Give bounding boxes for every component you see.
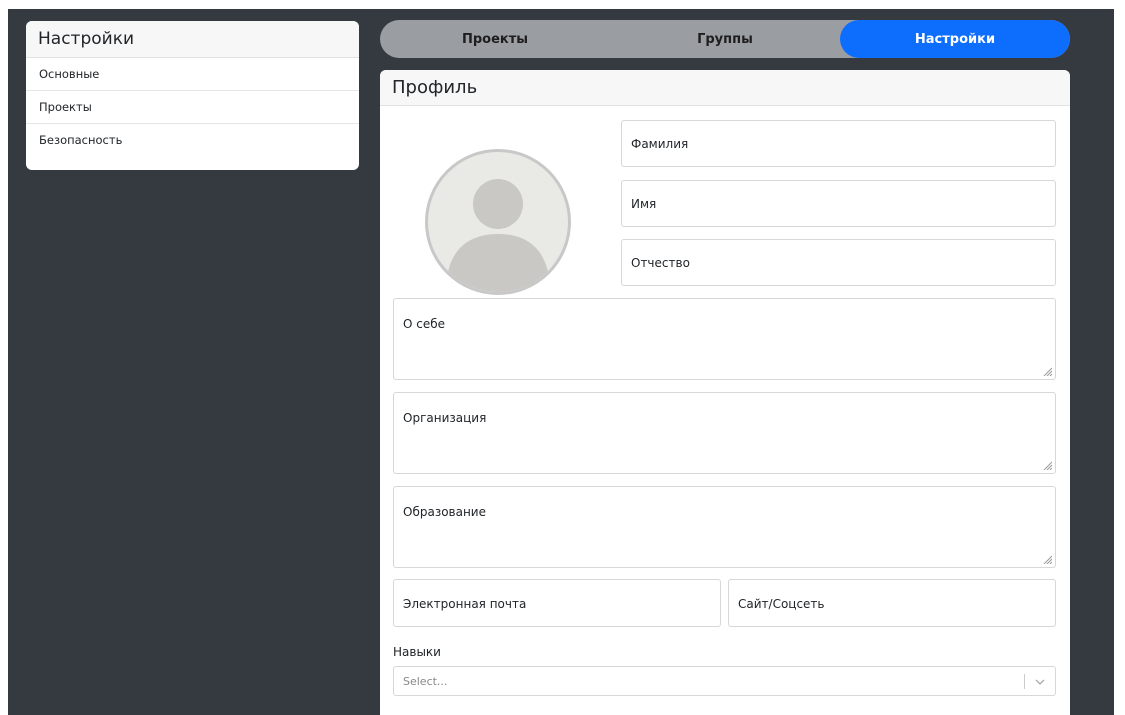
user-silhouette-icon <box>446 179 550 292</box>
profile-card: Профиль Фамилия Имя Отчество О себе Орга… <box>380 70 1070 715</box>
last-name-placeholder: Фамилия <box>631 137 689 151</box>
email-field[interactable]: Электронная почта <box>393 579 721 627</box>
about-placeholder: О себе <box>403 317 446 331</box>
avatar[interactable] <box>425 149 571 295</box>
settings-sidebar: Настройки Основные Проекты Безопасность <box>26 21 359 170</box>
last-name-field[interactable]: Фамилия <box>621 120 1056 167</box>
sidebar-title: Настройки <box>26 21 359 58</box>
organization-placeholder: Организация <box>403 411 487 425</box>
website-field[interactable]: Сайт/Соцсеть <box>728 579 1056 627</box>
tab-groups[interactable]: Группы <box>610 20 840 58</box>
tab-projects[interactable]: Проекты <box>380 20 610 58</box>
sidebar-item-security[interactable]: Безопасность <box>26 124 359 156</box>
first-name-field[interactable]: Имя <box>621 180 1056 227</box>
about-textarea[interactable]: О себе <box>393 298 1056 380</box>
select-divider <box>1024 674 1025 689</box>
skills-select-placeholder: Select... <box>403 675 448 688</box>
app-background: Настройки Основные Проекты Безопасность … <box>8 9 1114 715</box>
email-placeholder: Электронная почта <box>403 597 527 611</box>
organization-textarea[interactable]: Организация <box>393 392 1056 474</box>
tab-settings[interactable]: Настройки <box>840 20 1070 58</box>
sidebar-item-projects[interactable]: Проекты <box>26 91 359 124</box>
skills-label: Навыки <box>393 645 441 659</box>
website-placeholder: Сайт/Соцсеть <box>738 597 825 611</box>
top-nav-tabs: Проекты Группы Настройки <box>380 20 1070 58</box>
skills-select[interactable]: Select... <box>393 666 1056 696</box>
first-name-placeholder: Имя <box>631 197 657 211</box>
education-placeholder: Образование <box>403 505 486 519</box>
sidebar-item-general[interactable]: Основные <box>26 58 359 91</box>
chevron-down-icon[interactable] <box>1034 676 1046 688</box>
middle-name-placeholder: Отчество <box>631 256 690 270</box>
education-textarea[interactable]: Образование <box>393 486 1056 568</box>
middle-name-field[interactable]: Отчество <box>621 239 1056 286</box>
profile-title: Профиль <box>380 70 1070 106</box>
resize-handle-icon[interactable] <box>1043 461 1052 470</box>
resize-handle-icon[interactable] <box>1043 367 1052 376</box>
resize-handle-icon[interactable] <box>1043 555 1052 564</box>
